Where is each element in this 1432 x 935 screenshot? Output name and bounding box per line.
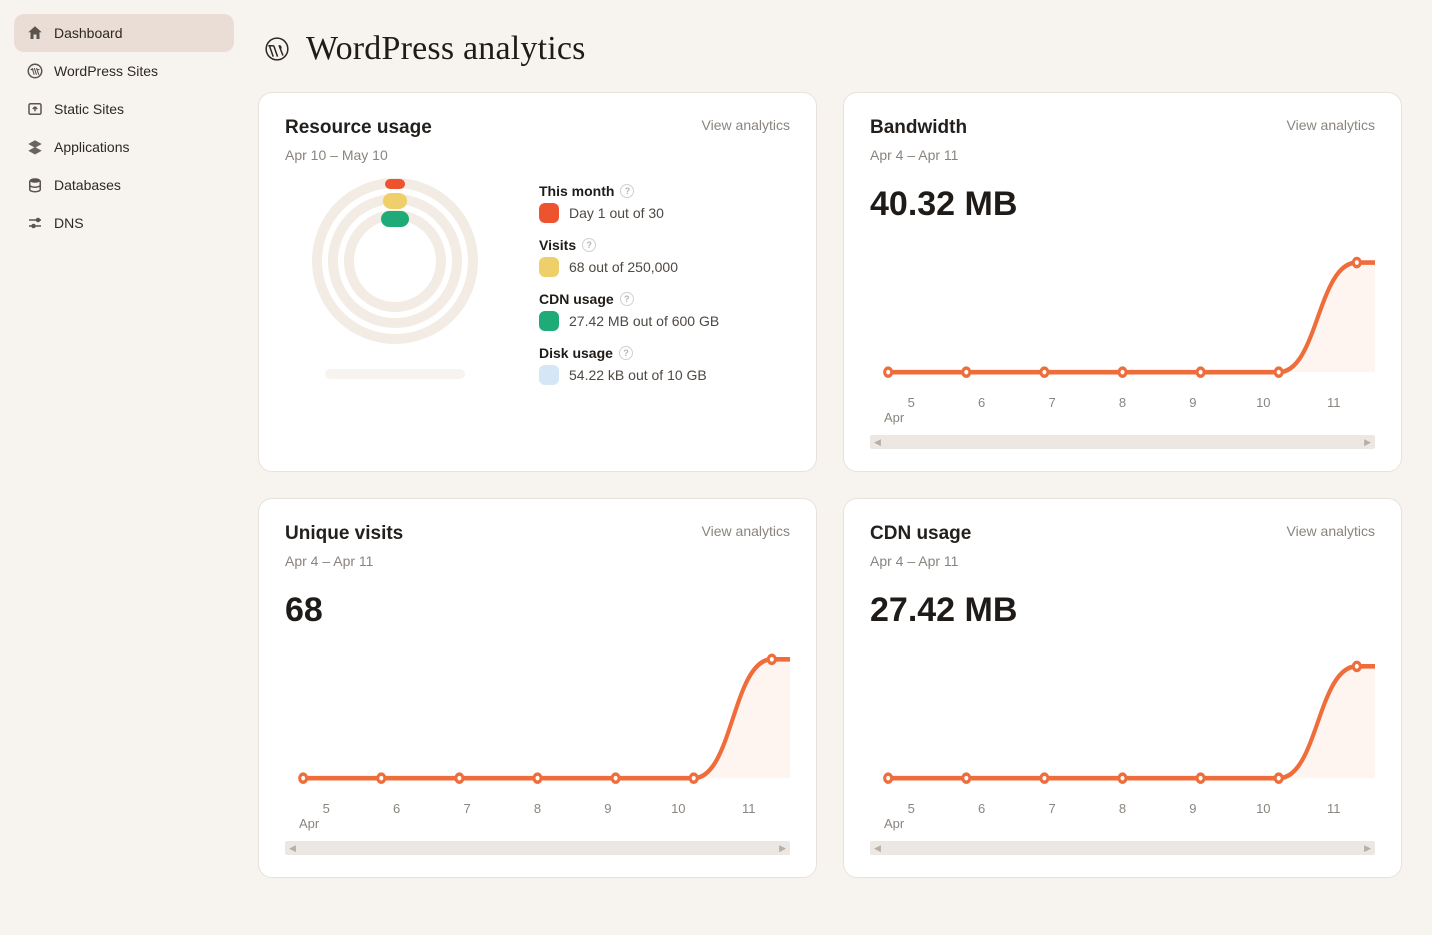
- card-unique-visits: Unique visits Apr 4 – Apr 11 View analyt…: [258, 498, 817, 878]
- legend-value: 54.22 kB out of 10 GB: [569, 367, 707, 383]
- help-icon[interactable]: ?: [620, 184, 634, 198]
- sidebar-item-label: Dashboard: [54, 25, 123, 41]
- gauge-disk-bar: [325, 369, 465, 379]
- wordpress-icon: [26, 62, 44, 80]
- card-bandwidth: Bandwidth Apr 4 – Apr 11 View analytics …: [843, 92, 1402, 472]
- sidebar-item-applications[interactable]: Applications: [14, 128, 234, 166]
- legend-item-cdn: CDN usage ? 27.42 MB out of 600 GB: [539, 291, 719, 331]
- card-resource-usage: Resource usage Apr 10 – May 10 View anal…: [258, 92, 817, 472]
- view-analytics-link[interactable]: View analytics: [702, 117, 790, 133]
- resource-legend: This month ? Day 1 out of 30 Visits: [539, 181, 719, 385]
- line-chart: [285, 642, 790, 792]
- date-range: Apr 4 – Apr 11: [870, 147, 967, 163]
- legend-value: 68 out of 250,000: [569, 259, 678, 275]
- date-range: Apr 4 – Apr 11: [285, 553, 403, 569]
- swatch-icon: [539, 311, 559, 331]
- sidebar-item-label: Databases: [54, 177, 121, 193]
- sidebar-item-databases[interactable]: Databases: [14, 166, 234, 204]
- export-icon: [26, 100, 44, 118]
- card-cdn-usage: CDN usage Apr 4 – Apr 11 View analytics …: [843, 498, 1402, 878]
- sidebar-item-dashboard[interactable]: Dashboard: [14, 14, 234, 52]
- headline-value: 40.32 MB: [870, 185, 1375, 224]
- help-icon[interactable]: ?: [620, 292, 634, 306]
- legend-value: Day 1 out of 30: [569, 205, 664, 221]
- sidebar-item-static-sites[interactable]: Static Sites: [14, 90, 234, 128]
- line-chart: [870, 642, 1375, 792]
- chart-scrollbar[interactable]: ◀▶: [285, 841, 790, 855]
- layers-icon: [26, 138, 44, 156]
- legend-label: Visits: [539, 237, 576, 253]
- help-icon[interactable]: ?: [619, 346, 633, 360]
- chart-scrollbar[interactable]: ◀▶: [870, 841, 1375, 855]
- chart-x-month: Apr: [285, 816, 790, 831]
- sidebar-item-label: WordPress Sites: [54, 63, 158, 79]
- sidebar-item-dns[interactable]: DNS: [14, 204, 234, 242]
- headline-value: 27.42 MB: [870, 591, 1375, 630]
- swatch-icon: [539, 257, 559, 277]
- sliders-icon: [26, 214, 44, 232]
- home-icon: [26, 24, 44, 42]
- chart-unique-visits: 567891011 Apr ◀▶: [285, 642, 790, 855]
- page-title: WordPress analytics: [264, 30, 1402, 68]
- date-range: Apr 4 – Apr 11: [870, 553, 971, 569]
- gauge-segment-visits: [383, 193, 407, 209]
- view-analytics-link[interactable]: View analytics: [1287, 523, 1375, 539]
- card-title: CDN usage: [870, 523, 971, 545]
- gauge-segment-month: [385, 179, 405, 189]
- chart-scrollbar[interactable]: ◀▶: [870, 435, 1375, 449]
- headline-value: 68: [285, 591, 790, 630]
- swatch-icon: [539, 203, 559, 223]
- chart-x-axis: 567891011: [870, 801, 1375, 816]
- legend-item-month: This month ? Day 1 out of 30: [539, 183, 719, 223]
- line-chart: [870, 236, 1375, 386]
- card-title: Resource usage: [285, 117, 432, 139]
- main-content: WordPress analytics Resource usage Apr 1…: [248, 0, 1432, 935]
- wordpress-icon: [264, 36, 290, 62]
- gauge-segment-cdn: [381, 211, 409, 227]
- chart-x-axis: 567891011: [285, 801, 790, 816]
- chart-x-month: Apr: [870, 410, 1375, 425]
- chart-x-axis: 567891011: [870, 395, 1375, 410]
- page-title-text: WordPress analytics: [306, 30, 586, 68]
- swatch-icon: [539, 365, 559, 385]
- sidebar-item-wordpress-sites[interactable]: WordPress Sites: [14, 52, 234, 90]
- sidebar-item-label: Static Sites: [54, 101, 124, 117]
- chart-bandwidth: 567891011 Apr ◀▶: [870, 236, 1375, 449]
- legend-label: Disk usage: [539, 345, 613, 361]
- legend-label: This month: [539, 183, 614, 199]
- card-title: Unique visits: [285, 523, 403, 545]
- sidebar: Dashboard WordPress Sites Static Sites A…: [0, 0, 248, 935]
- legend-item-visits: Visits ? 68 out of 250,000: [539, 237, 719, 277]
- view-analytics-link[interactable]: View analytics: [1287, 117, 1375, 133]
- card-title: Bandwidth: [870, 117, 967, 139]
- legend-item-disk: Disk usage ? 54.22 kB out of 10 GB: [539, 345, 719, 385]
- help-icon[interactable]: ?: [582, 238, 596, 252]
- sidebar-item-label: DNS: [54, 215, 84, 231]
- view-analytics-link[interactable]: View analytics: [702, 523, 790, 539]
- resource-gauge: [285, 181, 505, 385]
- legend-label: CDN usage: [539, 291, 614, 307]
- database-icon: [26, 176, 44, 194]
- chart-x-month: Apr: [870, 816, 1375, 831]
- legend-value: 27.42 MB out of 600 GB: [569, 313, 719, 329]
- chart-cdn-usage: 567891011 Apr ◀▶: [870, 642, 1375, 855]
- sidebar-item-label: Applications: [54, 139, 130, 155]
